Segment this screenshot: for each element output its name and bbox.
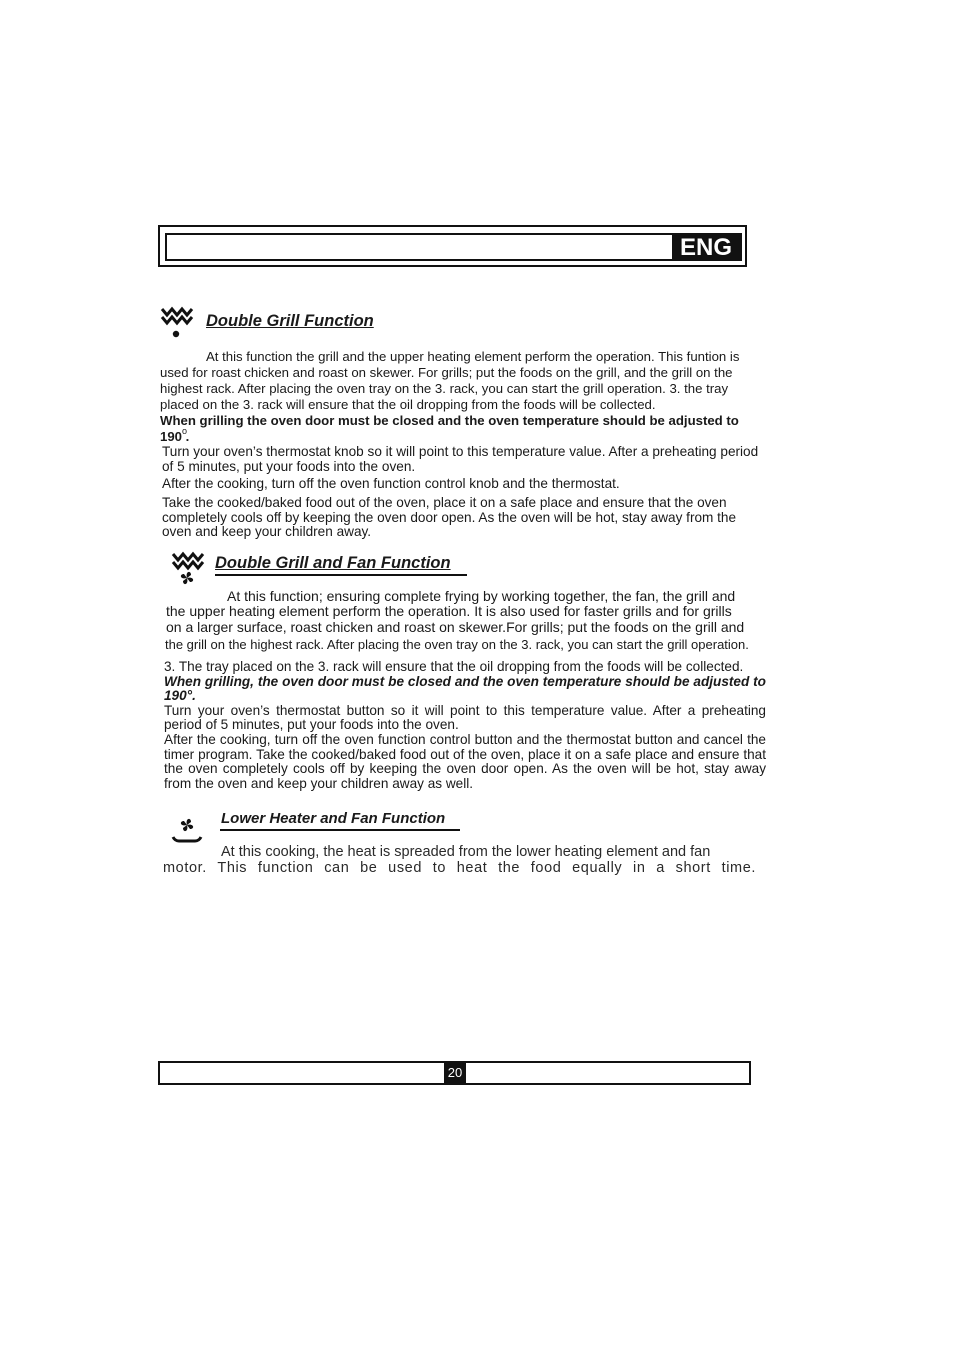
section-title-double-grill-fan: Double Grill and Fan Function	[215, 554, 451, 572]
lower-heater-fan-body: At this cooking, the heat is spreaded fr…	[163, 844, 756, 876]
double-grill-intro: At this function the grill and the upper…	[160, 349, 740, 412]
header-inner-frame: ENG	[165, 233, 742, 261]
double-grill-warning-text: When grilling the oven door must be clos…	[160, 413, 739, 444]
intro-line-2: the upper heating element perform the op…	[166, 603, 732, 620]
double-grill-fan-preheat: Turn your oven’s thermostat button so it…	[164, 702, 766, 733]
intro-line-1: At this function; ensuring complete fryi…	[227, 588, 736, 604]
double-grill-fan-warning: When grilling, the oven door must be clo…	[164, 673, 766, 704]
double-grill-warning: When grilling the oven door must be clos…	[160, 413, 760, 445]
page-number: 20	[444, 1063, 466, 1083]
lower-heater-line-2: motor. This function can be used to heat…	[163, 860, 756, 876]
section-title-double-grill: Double Grill Function	[206, 312, 374, 330]
double-grill-fan-tray-note: 3. The tray placed on the 3. rack will e…	[164, 659, 744, 674]
title-underline	[215, 574, 467, 576]
lower-heater-line-1: At this cooking, the heat is spreaded fr…	[221, 844, 711, 860]
section-title-lower-heater-fan: Lower Heater and Fan Function	[221, 810, 446, 827]
double-grill-preheat: Turn your oven’s thermostat knob so it w…	[162, 444, 759, 474]
intro-line-3: on a larger surface, roast chicken and r…	[166, 618, 745, 635]
footer-frame: 20	[158, 1061, 751, 1085]
intro-line-4: the grill on the highest rack. After pla…	[165, 636, 749, 652]
double-grill-after-cooking: After the cooking, turn off the oven fun…	[162, 476, 620, 491]
double-grill-icon	[160, 306, 196, 340]
degree-mark: o	[182, 426, 188, 436]
title-underline	[220, 829, 460, 831]
double-grill-fan-icon	[170, 551, 206, 587]
lower-heater-fan-icon	[170, 813, 204, 845]
header-frame: ENG	[158, 225, 747, 267]
double-grill-fan-body: 3. The tray placed on the 3. rack will e…	[164, 659, 766, 791]
section-double-grill-body: At this function the grill and the upper…	[160, 349, 760, 445]
double-grill-fan-after-cooking: After the cooking, turn off the oven fun…	[164, 731, 766, 791]
double-grill-fan-intro: At this function; ensuring complete fryi…	[165, 588, 775, 652]
language-badge: ENG	[672, 235, 740, 261]
double-grill-cooling: Take the cooked/baked food out of the ov…	[162, 495, 737, 540]
